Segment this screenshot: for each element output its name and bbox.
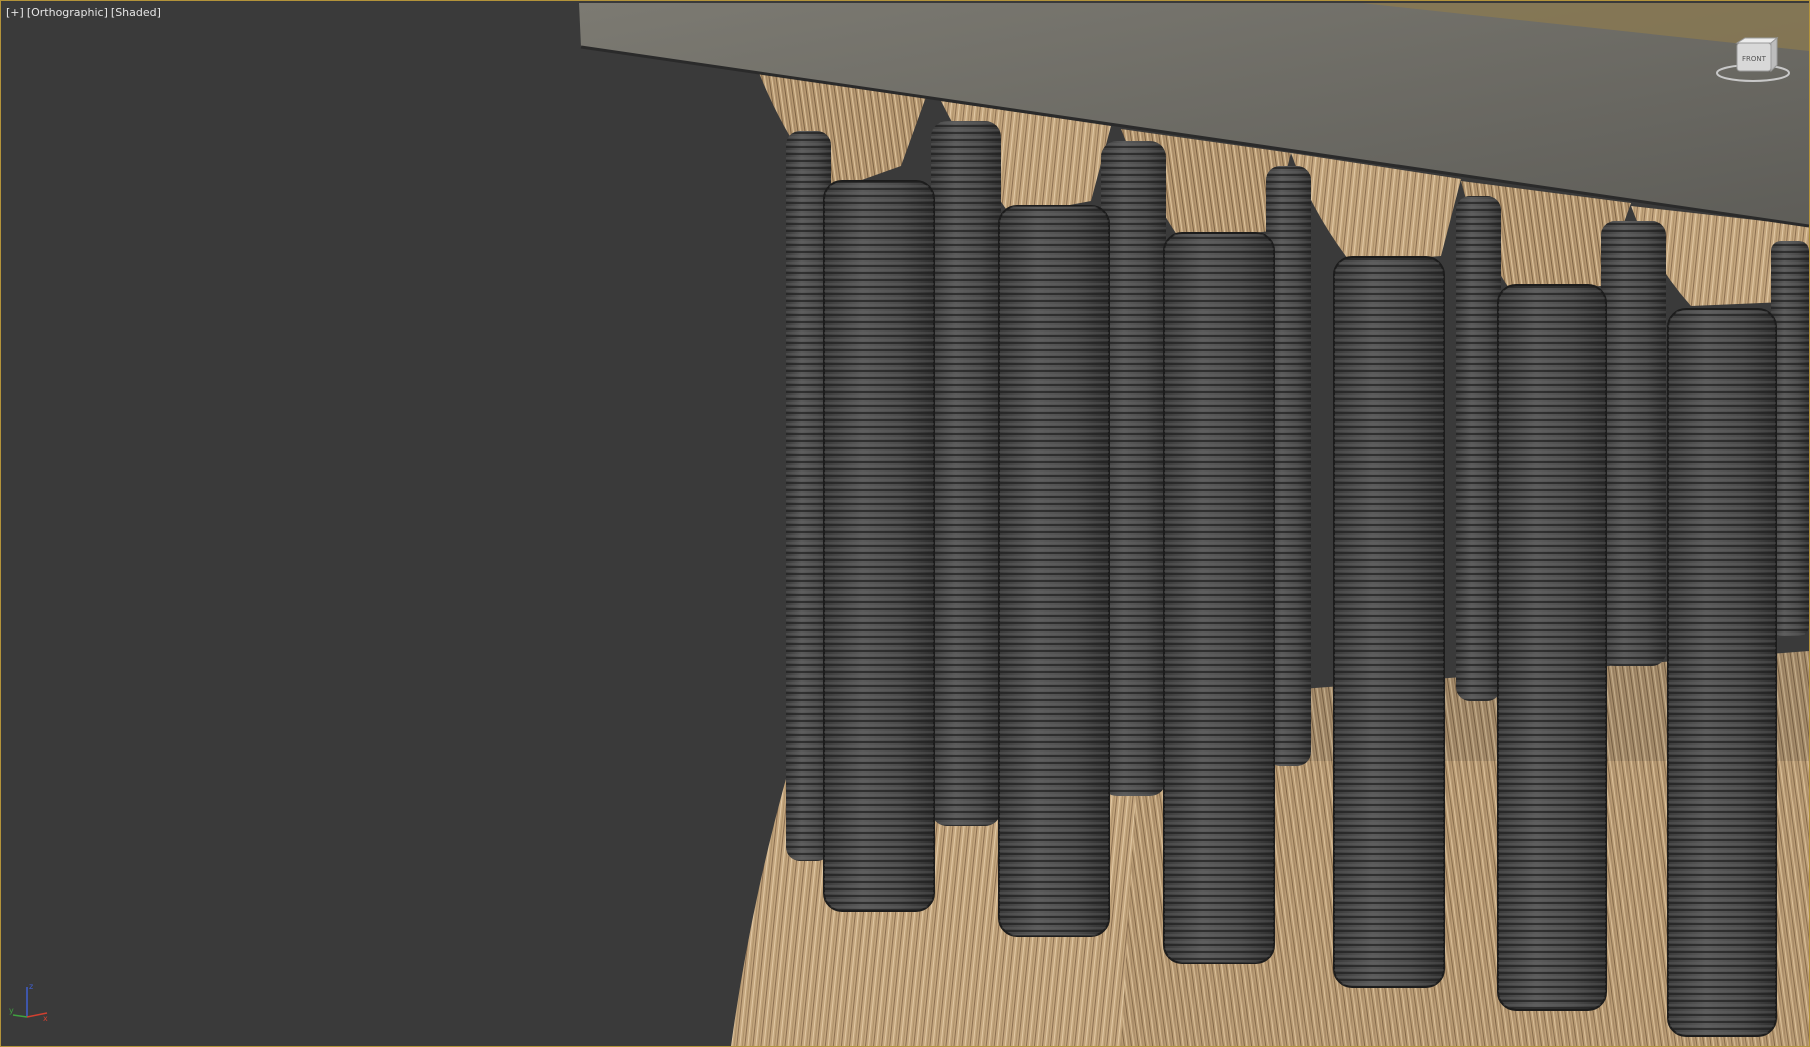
viewport-label[interactable]: [+] [Orthographic] [Shaded] <box>6 6 164 19</box>
viewport-menu-plus[interactable]: [+] <box>6 6 24 19</box>
scene-render[interactable] <box>1 1 1809 1046</box>
viewcube-icon[interactable]: FRONT <box>1713 36 1793 87</box>
viewport-view-menu[interactable]: [Orthographic] <box>27 6 108 19</box>
axis-x-label: x <box>43 1014 48 1023</box>
axis-y-label: y <box>9 1006 14 1015</box>
viewport-perspective[interactable]: [+] [Orthographic] [Shaded] FRONT z x y <box>0 0 1810 1047</box>
axis-z-label: z <box>29 982 33 991</box>
xyz-axis-icon: z x y <box>7 979 51 1023</box>
viewport-shading-menu[interactable]: [Shaded] <box>111 6 161 19</box>
viewcube-face-label: FRONT <box>1742 55 1767 63</box>
